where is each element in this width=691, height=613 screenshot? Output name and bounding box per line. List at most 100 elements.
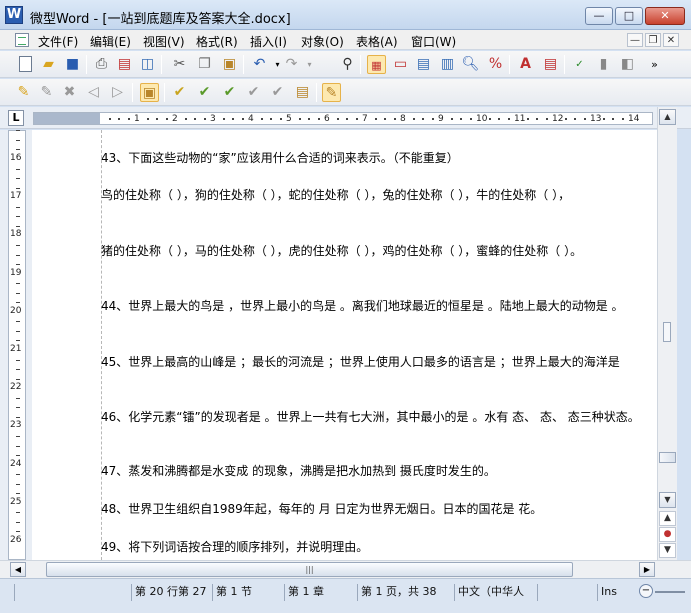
paragraph-animal-homes-1[interactable]: 鸟的住处称（ ），狗的住处称（ ），蛇的住处称（ ），兔的住处称（ ），牛的住处… <box>101 185 657 205</box>
comment-delete-icon[interactable]: ✖ <box>60 83 79 102</box>
paragraph-44[interactable]: 44、世界上最大的鸟是 ，世界上最小的鸟是 。离我们地球最近的恒星是 。陆地上最… <box>101 296 657 316</box>
save-icon[interactable]: ■ <box>63 55 82 74</box>
spellcheck-icon[interactable]: ✓ <box>570 55 589 74</box>
outline-view-icon[interactable]: ▭ <box>391 55 410 74</box>
font-color-icon[interactable]: A <box>516 55 535 74</box>
vertical-ruler[interactable]: 16 17 18 19 20 21 22 23 24 25 26 <box>8 130 26 560</box>
vertical-ruler-tick <box>16 369 20 371</box>
toolbar-separator <box>316 83 317 102</box>
menu-insert[interactable]: 插入(I) <box>250 33 287 50</box>
paragraph-animal-homes-2[interactable]: 猪的住处称（ ），马的住处称（ ），虎的住处称（ ），鸡的住处称（ ），蜜蜂的住… <box>101 241 657 261</box>
comment-next-icon[interactable]: ▷ <box>108 83 127 102</box>
menu-view[interactable]: 视图(V) <box>143 33 185 50</box>
close-button[interactable]: ✕ <box>645 7 685 25</box>
toolbar-separator <box>564 55 565 74</box>
scroll-up-button[interactable]: ▲ <box>659 109 676 125</box>
cut-icon[interactable]: ✂ <box>170 55 189 74</box>
options-icon[interactable]: ◧ <box>618 55 637 74</box>
zoom-slider[interactable] <box>655 591 685 593</box>
page-view-icon[interactable]: ▦ <box>367 55 386 74</box>
menu-object[interactable]: 对象(O) <box>301 33 344 50</box>
web-view-icon[interactable]: ▤ <box>414 55 433 74</box>
vertical-ruler-tick <box>16 531 20 533</box>
vertical-scroll-thumb[interactable] <box>659 452 676 463</box>
paragraph-46[interactable]: 46、化学元素“镭”的发现者是 。世界上一共有七大洲，其中最小的是 。水有 态、… <box>101 407 657 427</box>
print-preview-icon[interactable]: ◫ <box>138 55 157 74</box>
reject-change-icon[interactable]: ✔ <box>195 83 214 102</box>
menu-format[interactable]: 格式(R) <box>196 33 238 50</box>
zoom-icon[interactable]: 🔍︎ <box>461 55 480 74</box>
vertical-scrollbar[interactable]: ▲ ▼ ▲ ● ▼ <box>657 107 677 560</box>
previous-page-button[interactable]: ▲ <box>659 511 676 526</box>
track-changes-icon[interactable]: ▣ <box>140 83 159 102</box>
show-markup-icon[interactable]: ✎ <box>322 83 341 102</box>
full-screen-icon[interactable]: ▥ <box>438 55 457 74</box>
doc-restore-button[interactable]: ❐ <box>645 33 661 47</box>
open-folder-icon[interactable]: ▰ <box>39 55 58 74</box>
tab-stop-selector[interactable]: L <box>8 110 24 126</box>
menu-window[interactable]: 窗口(W) <box>411 33 456 50</box>
paragraph-43[interactable]: 43、下面这些动物的“家”应该用什么合适的词来表示。（不能重复） <box>101 148 657 168</box>
pdf-icon[interactable]: ▤ <box>115 55 134 74</box>
redo-icon[interactable]: ↷ <box>282 55 301 74</box>
vertical-ruler-tick <box>16 407 20 409</box>
find-binoculars-icon[interactable]: ⚲ <box>338 55 357 74</box>
ruler-tick <box>279 118 282 120</box>
horizontal-scroll-thumb[interactable]: ||| <box>46 562 573 577</box>
maximize-button[interactable]: □ <box>615 7 643 25</box>
vertical-ruler-tick <box>16 340 20 342</box>
ruler-tick <box>498 118 500 120</box>
ruler-number: 4 <box>248 114 254 124</box>
toolbar-overflow-icon[interactable]: » <box>645 55 664 74</box>
horizontal-ruler[interactable]: 1 2 3 4 5 6 7 8 9 10 11 12 13 14 <box>33 112 653 125</box>
character-format-icon[interactable]: ▤ <box>541 55 560 74</box>
paragraph-45[interactable]: 45、世界上最高的山峰是 ；最长的河流是 ；世界上使用人口最多的语言是 ；世界上… <box>101 352 657 372</box>
menu-table[interactable]: 表格(A) <box>356 33 398 50</box>
reject-all-icon[interactable]: ✔ <box>244 83 263 102</box>
zoom-out-icon[interactable]: − <box>639 584 653 598</box>
vertical-ruler-number: 23 <box>10 420 22 431</box>
doc-minimize-button[interactable]: — <box>627 33 643 47</box>
doc-close-button[interactable]: ✕ <box>663 33 679 47</box>
menu-edit[interactable]: 编辑(E) <box>90 33 131 50</box>
undo-icon[interactable]: ↶ <box>250 55 269 74</box>
vertical-ruler-tick <box>16 493 20 495</box>
new-document-icon[interactable] <box>16 55 35 74</box>
print-icon[interactable]: ⎙ <box>92 55 111 74</box>
scroll-down-button[interactable]: ▼ <box>659 492 676 508</box>
horizontal-scrollbar[interactable]: ◀ ||| ▶ <box>0 560 691 578</box>
scroll-right-button[interactable]: ▶ <box>639 562 655 577</box>
paragraph-49[interactable]: 49、将下列词语按合理的顺序排列，并说明理由。 <box>101 537 657 557</box>
comment-previous-icon[interactable]: ◁ <box>84 83 103 102</box>
comment-edit-icon[interactable]: ✎ <box>37 83 56 102</box>
percent-icon[interactable]: % <box>486 55 505 74</box>
scroll-left-button[interactable]: ◀ <box>10 562 26 577</box>
ruler-tick <box>422 118 424 120</box>
next-page-button[interactable]: ▼ <box>659 543 676 558</box>
status-insert-mode[interactable]: Ins <box>597 584 635 601</box>
vertical-ruler-tick <box>16 149 20 151</box>
previous-change-icon[interactable]: ✔ <box>268 83 287 102</box>
select-browse-object-button[interactable]: ● <box>659 527 676 542</box>
copy-icon[interactable]: ❐ <box>195 55 214 74</box>
redo-dropdown-icon[interactable]: ▾ <box>300 55 319 74</box>
paste-icon[interactable]: ▣ <box>220 55 239 74</box>
word-count-icon[interactable]: ▮ <box>594 55 613 74</box>
ruler-number: 2 <box>172 114 178 124</box>
ruler-tick <box>450 118 453 120</box>
comment-new-icon[interactable]: ✎ <box>14 83 33 102</box>
word-app-icon[interactable]: W <box>5 6 23 24</box>
review-pane-icon[interactable]: ▤ <box>293 83 312 102</box>
toolbar-separator <box>164 83 165 102</box>
document-icon[interactable] <box>15 33 29 47</box>
scroll-split-grip[interactable] <box>663 322 671 342</box>
accept-change-icon[interactable]: ✔ <box>170 83 189 102</box>
paragraph-48[interactable]: 48、世界卫生组织自1989年起，每年的 月 日定为世界无烟日。日本的国花是 花… <box>101 499 657 519</box>
paragraph-47[interactable]: 47、蒸发和沸腾都是水变成 的现象，沸腾是把水加热到 摄氏度时发生的。 <box>101 461 657 481</box>
vertical-ruler-tick <box>16 283 20 285</box>
document-page[interactable]: 43、下面这些动物的“家”应该用什么合适的词来表示。（不能重复） 鸟的住处称（ … <box>32 130 657 560</box>
menu-file[interactable]: 文件(F) <box>38 33 78 50</box>
vertical-ruler-tick <box>16 302 20 304</box>
accept-all-icon[interactable]: ✔ <box>220 83 239 102</box>
minimize-button[interactable]: — <box>585 7 613 25</box>
